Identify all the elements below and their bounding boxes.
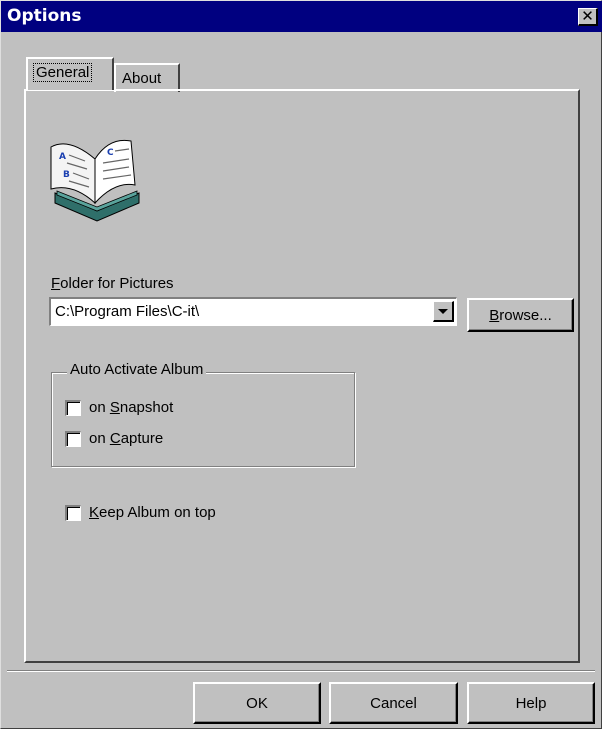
folder-path-value[interactable]: C:\Program Files\C-it\	[55, 303, 199, 320]
footer-separator	[7, 670, 595, 672]
options-dialog: Options ✕ General About A B C Folder for…	[0, 0, 602, 729]
auto-activate-groupbox	[51, 372, 355, 467]
cancel-button[interactable]: Cancel	[329, 682, 458, 724]
chevron-down-icon[interactable]	[433, 301, 454, 322]
tab-general[interactable]: General	[26, 57, 114, 90]
keep-on-top-label: Keep Album on top	[89, 504, 216, 521]
open-book-icon: A B C	[50, 139, 140, 222]
keep-on-top-checkbox[interactable]	[65, 504, 81, 521]
browse-button[interactable]: Browse...	[467, 298, 574, 332]
window-title: Options	[7, 6, 82, 26]
close-icon: ✕	[581, 8, 594, 25]
auto-activate-legend: Auto Activate Album	[67, 361, 207, 378]
tab-about-label: About	[122, 70, 162, 87]
capture-label: on Capture	[89, 430, 164, 447]
keep-on-top-checkbox-row[interactable]: Keep Album on top	[65, 504, 216, 521]
snapshot-label: on Snapshot	[89, 399, 174, 416]
folder-label: Folder for Pictures	[51, 275, 174, 292]
capture-checkbox[interactable]	[65, 430, 81, 447]
title-bar[interactable]: Options ✕	[1, 1, 602, 32]
snapshot-checkbox-row[interactable]: on Snapshot	[65, 399, 173, 416]
ok-button[interactable]: OK	[193, 682, 321, 724]
capture-checkbox-row[interactable]: on Capture	[65, 430, 163, 447]
tab-general-label: General	[32, 63, 93, 82]
snapshot-checkbox[interactable]	[65, 399, 81, 416]
svg-text:C: C	[107, 148, 114, 158]
tab-about[interactable]: About	[114, 63, 180, 92]
folder-combobox[interactable]: C:\Program Files\C-it\	[49, 297, 457, 326]
help-button[interactable]: Help	[467, 682, 595, 724]
close-button[interactable]: ✕	[578, 8, 598, 26]
svg-text:B: B	[63, 170, 70, 180]
svg-text:A: A	[59, 152, 66, 162]
